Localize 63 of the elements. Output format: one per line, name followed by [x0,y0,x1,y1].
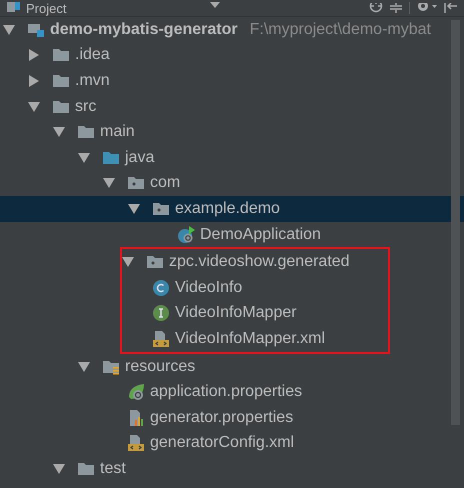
node-label: VideoInfoMapper.xml [175,330,326,348]
node-label: .idea [75,46,110,64]
hide-panel-icon[interactable] [444,3,458,13]
expanded-arrow-icon[interactable] [53,126,65,138]
tree-row[interactable]: resources [0,354,464,380]
tree-row[interactable]: main [0,119,464,145]
dropdown-caret-icon[interactable] [210,2,220,10]
node-label: application.properties [150,383,302,402]
node-label: VideoInfo [175,278,242,297]
tree-row[interactable]: test [0,456,464,482]
tree-row[interactable]: generator.properties [0,404,464,430]
leaf-icon [127,383,145,402]
node-label: src [75,98,96,116]
tree-row[interactable]: example.demo [0,196,464,222]
node-label: resources [125,358,196,376]
node-label: demo-mybatis-generator [50,20,238,39]
scrollbar[interactable] [451,20,460,425]
node-label: generatorConfig.xml [150,434,294,452]
interface-icon [152,304,170,322]
tree-row[interactable]: application.properties [0,379,464,405]
node-label: VideoInfoMapper [175,304,297,322]
expanded-arrow-icon[interactable] [53,462,65,475]
node-label: test [100,460,126,478]
node-label: java [125,148,154,167]
node-label: zpc.videoshow.generated [169,253,350,272]
tree-row[interactable]: com [0,170,464,196]
collapse-all-icon[interactable] [389,3,403,13]
properties-file-icon [127,408,145,427]
node-label: com [150,174,180,192]
expanded-arrow-icon[interactable] [78,360,90,373]
project-icon [6,2,20,14]
xml-file-icon [152,330,170,348]
expanded-arrow-icon[interactable] [78,152,90,164]
tree-row[interactable]: demo-mybatis-generator F:\myproject\demo-mybat [0,17,464,43]
expanded-arrow-icon[interactable] [28,100,40,113]
settings-icon[interactable] [416,3,438,13]
expanded-arrow-icon[interactable] [122,256,134,268]
tree-row[interactable]: VideoInfo [122,274,388,301]
tree-row[interactable]: VideoInfoMapper [122,300,388,326]
xml-file-icon [127,434,145,452]
expanded-arrow-icon[interactable] [128,202,140,215]
tree-row[interactable]: generatorConfig.xml [0,430,464,456]
node-label: example.demo [175,200,280,218]
panel-title: Project [26,0,66,16]
tree-row[interactable]: .idea [0,42,464,68]
tree-row[interactable]: java [0,144,464,171]
node-label: .mvn [75,72,110,90]
tree-row[interactable]: src [0,94,464,120]
tree-row[interactable]: VideoInfoMapper.xml [122,326,388,352]
project-path: F:\myproject\demo-mybat [250,20,431,39]
collapsed-arrow-icon[interactable] [28,49,40,62]
locate-icon[interactable] [369,3,383,13]
tree-row[interactable]: DemoApplication [0,222,464,248]
node-label: DemoApplication [200,226,321,244]
expanded-arrow-icon[interactable] [103,177,115,190]
spring-app-icon [177,226,195,244]
expanded-arrow-icon[interactable] [3,24,15,36]
tree-row[interactable]: .mvn [0,68,464,94]
node-label: generator.properties [150,408,294,427]
node-label: main [100,123,135,142]
class-icon [152,278,170,297]
collapsed-arrow-icon[interactable] [28,74,40,87]
tree-row[interactable]: zpc.videoshow.generated [122,249,388,275]
